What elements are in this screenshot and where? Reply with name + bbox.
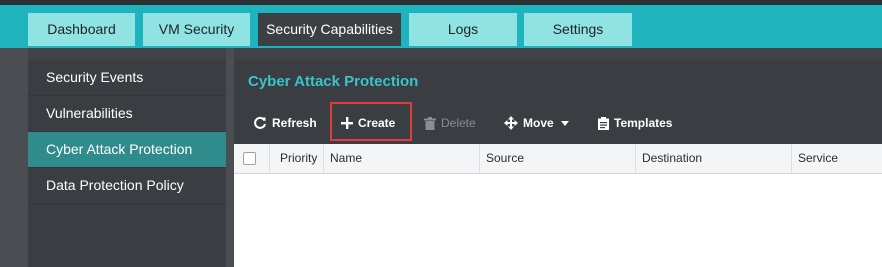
sidebar-item-data-protection-policy[interactable]: Data Protection Policy [28, 168, 226, 204]
templates-button[interactable]: Templates [598, 109, 672, 137]
templates-label: Templates [614, 116, 673, 130]
column-header-service[interactable]: Service [792, 144, 882, 173]
delete-button[interactable]: Delete [424, 109, 476, 137]
table-header: Priority Name Source Destination Service [234, 144, 882, 174]
trash-icon [424, 116, 436, 130]
tab-dashboard[interactable]: Dashboard [28, 13, 135, 46]
column-header-source[interactable]: Source [480, 144, 636, 173]
panel-divider [226, 48, 234, 267]
move-button[interactable]: Move [504, 109, 569, 137]
column-header-priority[interactable]: Priority [270, 144, 324, 173]
create-label: Create [358, 116, 396, 130]
main-panel: Cyber Attack Protection Refresh Create D… [234, 60, 882, 267]
table-body [234, 174, 882, 267]
left-gutter [0, 48, 28, 267]
delete-label: Delete [441, 116, 476, 130]
tab-security-capabilities[interactable]: Security Capabilities [258, 13, 401, 46]
page-title: Cyber Attack Protection [248, 73, 419, 90]
move-label: Move [523, 116, 554, 130]
main-header: Cyber Attack Protection Refresh Create D… [234, 60, 882, 144]
refresh-button[interactable]: Refresh [253, 109, 317, 137]
select-all-cell [234, 144, 270, 173]
tab-logs[interactable]: Logs [409, 13, 517, 46]
column-header-name[interactable]: Name [324, 144, 480, 173]
sidebar-item-security-events[interactable]: Security Events [28, 60, 226, 96]
move-arrows-icon [504, 116, 518, 130]
sidebar-item-cyber-attack-protection[interactable]: Cyber Attack Protection [28, 132, 226, 168]
column-header-destination[interactable]: Destination [636, 144, 792, 173]
plus-icon [341, 117, 353, 129]
select-all-checkbox[interactable] [243, 152, 256, 165]
refresh-label: Refresh [272, 116, 317, 130]
create-button[interactable]: Create [341, 109, 395, 137]
main-nav-bar: Dashboard VM Security Security Capabilit… [0, 5, 882, 48]
clipboard-icon [598, 116, 609, 130]
tab-vm-security[interactable]: VM Security [143, 13, 250, 46]
tab-settings[interactable]: Settings [524, 13, 632, 46]
caret-down-icon [560, 120, 569, 126]
sidebar: Security Events Vulnerabilities Cyber At… [28, 60, 226, 267]
refresh-icon [253, 116, 267, 130]
sidebar-item-vulnerabilities[interactable]: Vulnerabilities [28, 96, 226, 132]
